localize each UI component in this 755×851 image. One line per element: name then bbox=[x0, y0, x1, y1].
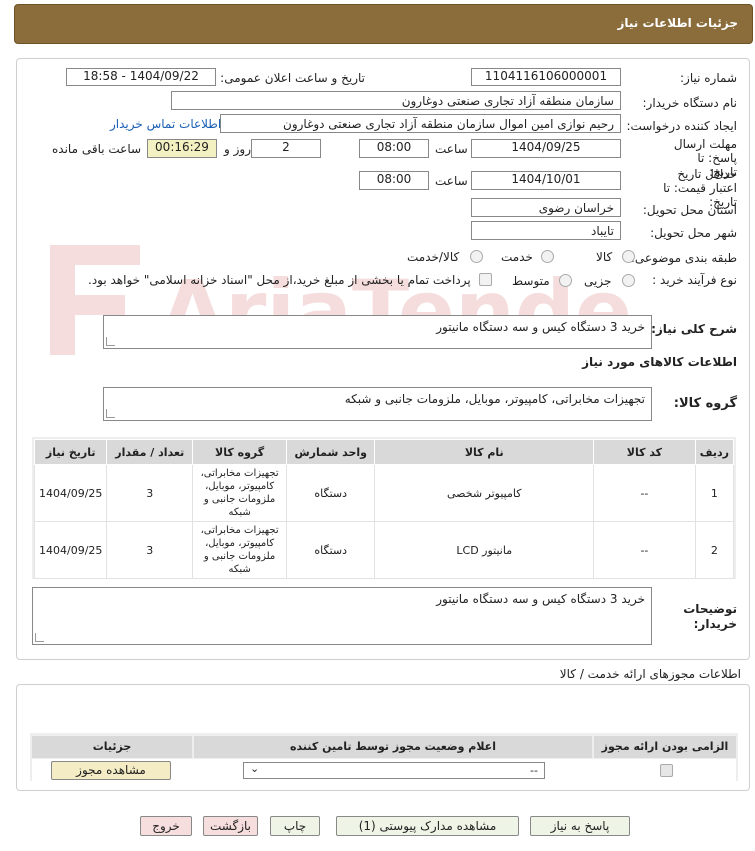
category-option-goods: کالا bbox=[596, 250, 613, 264]
goods-info-label: اطلاعات کالاهای مورد نیاز bbox=[582, 355, 737, 369]
category-radio-service[interactable] bbox=[541, 250, 554, 263]
resize-grip-icon[interactable] bbox=[106, 337, 115, 346]
permits-col-status: اعلام وضعیت مجوز توسط تامین کننده bbox=[194, 736, 592, 758]
col-name-header: نام کالا bbox=[374, 439, 595, 465]
attachments-button[interactable]: مشاهده مدارک پیوستی (1) bbox=[336, 816, 519, 836]
need-number-field: 1104116106000001 bbox=[471, 68, 621, 86]
cell-qty: 3 bbox=[106, 521, 194, 579]
process-radio-minor[interactable] bbox=[622, 274, 635, 287]
buyer-org-field: سازمان منطقه آزاد تجاری صنعتی دوغارون bbox=[171, 91, 621, 110]
days-field: 2 bbox=[251, 139, 321, 158]
col-qty-header: تعداد / مقدار bbox=[106, 439, 194, 465]
buyer-notes-textarea: خرید 3 دستگاه کیس و سه دستگاه مانیتور bbox=[32, 587, 652, 645]
remaining-timer: 00:16:29 bbox=[147, 139, 217, 158]
summary-label: شرح کلی نیاز: bbox=[651, 322, 737, 336]
cell-qty: 3 bbox=[106, 464, 194, 522]
permit-status-select[interactable]: ⌄ -- bbox=[243, 762, 545, 779]
table-row: 1 -- کامپیوتر شخصی دستگاه تجهیزات مخابرا… bbox=[33, 464, 735, 522]
cell-code: -- bbox=[593, 464, 696, 522]
province-label: استان محل تحویل: bbox=[642, 203, 737, 217]
cell-code: -- bbox=[593, 521, 696, 579]
creator-label: ایجاد کننده درخواست: bbox=[626, 119, 737, 133]
process-label: نوع فرآیند خرید : bbox=[652, 273, 737, 287]
buyer-notes-label: توضیحات خریدار: bbox=[683, 602, 737, 631]
remaining-label: ساعت باقی مانده bbox=[52, 142, 142, 156]
deadline-date-field: 1404/09/25 bbox=[471, 139, 621, 158]
buyer-notes-text: خرید 3 دستگاه کیس و سه دستگاه مانیتور bbox=[436, 592, 645, 606]
validity-time-field: 08:00 bbox=[359, 171, 429, 190]
deadline-time-field: 08:00 bbox=[359, 139, 429, 158]
process-option-minor: جزیی bbox=[584, 274, 612, 288]
announce-label: تاریخ و ساعت اعلان عمومی: bbox=[220, 71, 365, 85]
cell-row: 1 bbox=[694, 464, 735, 522]
treasury-checkbox[interactable] bbox=[479, 273, 492, 286]
page-title: جزئیات اطلاعات نیاز bbox=[617, 16, 738, 30]
days-label: روز و bbox=[224, 142, 251, 156]
payment-note: پرداخت تمام یا بخشی از مبلغ خرید،از محل … bbox=[88, 273, 471, 287]
resize-grip-icon[interactable] bbox=[106, 409, 115, 418]
items-table: ردیف کد کالا نام کالا واحد شمارش گروه کا… bbox=[33, 439, 735, 579]
category-radio-goods[interactable] bbox=[622, 250, 635, 263]
category-label: طبقه بندی موضوعی: bbox=[630, 251, 737, 265]
view-permit-button[interactable]: مشاهده مجوز bbox=[51, 761, 171, 780]
col-date-header: تاریخ نیاز bbox=[33, 439, 108, 465]
reply-button[interactable]: پاسخ به نیاز bbox=[530, 816, 630, 836]
cell-date: 1404/09/25 bbox=[33, 521, 108, 579]
exit-button[interactable]: خروج bbox=[140, 816, 192, 836]
deadline-time-label: ساعت bbox=[435, 142, 468, 156]
goods-group-label: گروه کالا: bbox=[673, 396, 737, 411]
col-unit-header: واحد شمارش bbox=[285, 439, 376, 465]
permits-col-required: الزامی بودن ارائه مجوز bbox=[594, 736, 736, 758]
page-header: جزئیات اطلاعات نیاز bbox=[14, 4, 753, 44]
print-button[interactable]: چاپ bbox=[270, 816, 320, 836]
goods-group-textarea: تجهیزات مخابراتی، کامپیوتر، موبایل، ملزو… bbox=[103, 387, 652, 421]
cell-date: 1404/09/25 bbox=[33, 464, 108, 522]
creator-field: رحیم نوازی امین اموال سازمان منطقه آزاد … bbox=[220, 114, 621, 133]
cell-group: تجهیزات مخابراتی، کامپیوتر، موبایل، ملزو… bbox=[192, 464, 287, 522]
province-field: خراسان رضوی bbox=[471, 198, 621, 217]
permit-status-value: -- bbox=[530, 764, 538, 777]
city-label: شهر محل تحویل: bbox=[650, 226, 737, 240]
category-radio-goods-service[interactable] bbox=[470, 250, 483, 263]
permits-col-details: جزئیات bbox=[32, 736, 192, 758]
cell-name: کامپیوتر شخصی bbox=[374, 464, 595, 522]
cell-name: مانیتور LCD bbox=[374, 521, 595, 579]
table-row: 2 -- مانیتور LCD دستگاه تجهیزات مخابراتی… bbox=[33, 521, 735, 579]
chevron-down-icon: ⌄ bbox=[250, 762, 260, 775]
resize-grip-icon[interactable] bbox=[35, 633, 44, 642]
need-number-label: شماره نیاز: bbox=[680, 71, 737, 85]
goods-group-text: تجهیزات مخابراتی، کامپیوتر، موبایل، ملزو… bbox=[344, 392, 645, 406]
permits-title: اطلاعات مجوزهای ارائه خدمت / کالا bbox=[559, 667, 741, 681]
col-row-header: ردیف bbox=[694, 439, 735, 465]
back-button[interactable]: بازگشت bbox=[203, 816, 258, 836]
summary-textarea: خرید 3 دستگاه کیس و سه دستگاه مانیتور bbox=[103, 315, 652, 349]
announce-field: 1404/09/22 - 18:58 bbox=[66, 68, 216, 86]
city-field: تایباد bbox=[471, 221, 621, 240]
cell-row: 2 bbox=[694, 521, 735, 579]
summary-text: خرید 3 دستگاه کیس و سه دستگاه مانیتور bbox=[436, 320, 645, 334]
category-option-service: خدمت bbox=[501, 250, 533, 264]
process-radio-medium[interactable] bbox=[559, 274, 572, 287]
cell-unit: دستگاه bbox=[285, 464, 376, 522]
contact-info-link[interactable]: اطلاعات تماس خریدار bbox=[110, 117, 221, 131]
validity-time-label: ساعت bbox=[435, 174, 468, 188]
col-code-header: کد کالا bbox=[593, 439, 696, 465]
cell-unit: دستگاه bbox=[285, 521, 376, 579]
category-option-goods-service: کالا/خدمت bbox=[407, 250, 460, 264]
process-option-medium: متوسط bbox=[512, 274, 550, 288]
validity-date-field: 1404/10/01 bbox=[471, 171, 621, 190]
col-group-header: گروه کالا bbox=[192, 439, 287, 465]
permit-required-checkbox[interactable] bbox=[660, 764, 673, 777]
buyer-org-label: نام دستگاه خریدار: bbox=[642, 96, 738, 110]
cell-group: تجهیزات مخابراتی، کامپیوتر، موبایل، ملزو… bbox=[192, 521, 287, 579]
